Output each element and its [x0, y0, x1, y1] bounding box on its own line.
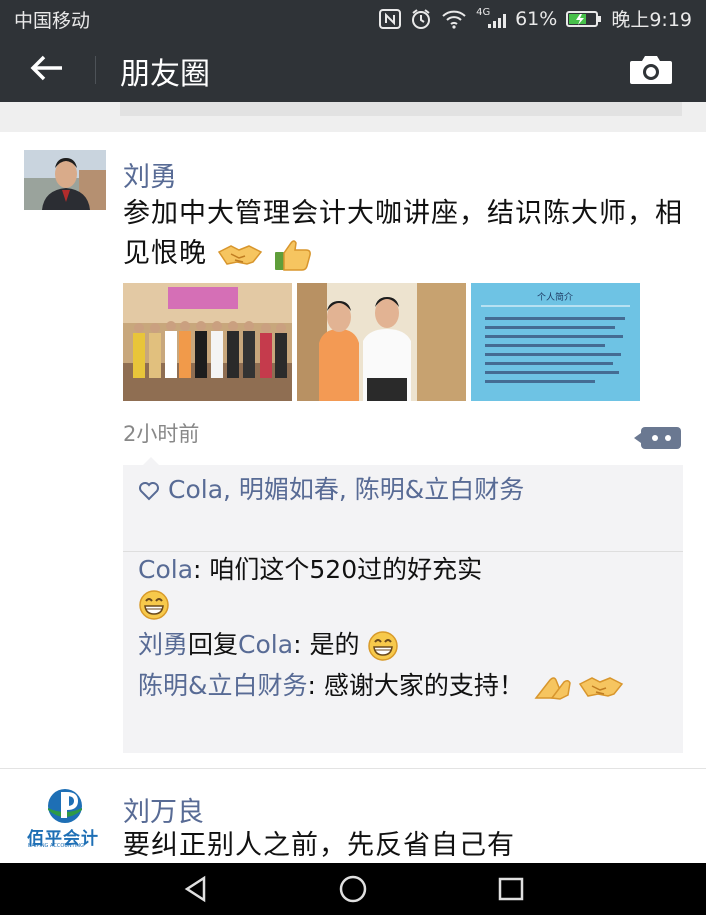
- wifi-icon: [442, 10, 466, 29]
- handshake-emoji: [217, 244, 262, 265]
- thumbs-up-emoji: [275, 239, 312, 271]
- grin-emoji: [139, 590, 169, 620]
- comment-author[interactable]: 陈明&立白财务: [138, 671, 308, 700]
- system-navigation-bar: [0, 863, 706, 915]
- signal-indicator: 4G: [476, 7, 507, 29]
- two-people-photo-image: [297, 283, 466, 401]
- clock: 晚上9:19: [611, 9, 692, 31]
- comment-text: 是的: [309, 630, 360, 659]
- post-text-content: 参加中大管理会计大咖讲座，结识陈大师，相见恨晚: [123, 198, 683, 269]
- battery-icon: [566, 10, 602, 27]
- post-photo-1[interactable]: [123, 283, 292, 401]
- comment-author[interactable]: 刘勇: [138, 630, 188, 659]
- heart-icon: [139, 482, 159, 501]
- post-text: 参加中大管理会计大咖讲座，结识陈大师，相见恨晚: [123, 194, 683, 274]
- likes-names[interactable]: Cola, 明媚如春, 陈明&立白财务: [168, 475, 524, 504]
- post-text: 要纠正别人之前，先反省自己有: [123, 826, 683, 863]
- group-photo-image: [123, 283, 292, 401]
- likes-row: Cola, 明媚如春, 陈明&立白财务: [138, 473, 668, 507]
- nav-recent-apps-icon[interactable]: [497, 875, 525, 903]
- post-timestamp: 2小时前: [123, 422, 200, 446]
- avatar[interactable]: [24, 150, 106, 210]
- nfc-icon: [379, 8, 402, 29]
- avatar[interactable]: 佰平会计 BAIPING ACCOUNTING: [24, 786, 106, 850]
- comment-item[interactable]: Cola: 咱们这个520过的好充实: [138, 553, 668, 621]
- previous-post-tail: [0, 102, 706, 132]
- title-divider: [95, 56, 96, 84]
- signal-icon: [488, 13, 507, 28]
- comment-colon: :: [293, 630, 310, 659]
- comment-colon: :: [193, 555, 210, 584]
- avatar-logo-subtext: BAIPING ACCOUNTING: [28, 843, 84, 849]
- comment-item[interactable]: 刘勇回复Cola: 是的: [138, 628, 668, 662]
- grin-emoji: [368, 631, 399, 661]
- post-text-content: 要纠正别人之前，先反省自己有: [123, 830, 515, 861]
- alarm-icon: [412, 8, 431, 29]
- avatar-photo: [24, 150, 106, 210]
- nav-home-icon[interactable]: [338, 875, 368, 903]
- back-arrow-icon[interactable]: [26, 50, 66, 86]
- post-author-name[interactable]: 刘勇: [123, 155, 177, 194]
- status-bar: 中国移动 4G 61% 晚上9:19: [0, 0, 706, 36]
- nav-back-icon[interactable]: [182, 875, 210, 903]
- comment-text: 咱们这个520过的好充实: [209, 555, 483, 584]
- comment-text: 感谢大家的支持！: [323, 671, 524, 700]
- comment-author[interactable]: Cola: [138, 555, 193, 584]
- profile-card-heading: 个人简介: [537, 293, 574, 303]
- post-author-name[interactable]: 刘万良: [123, 790, 204, 829]
- title-bar: 朋友圈: [0, 36, 706, 102]
- carrier-label: 中国移动: [14, 10, 91, 32]
- page-title: 朋友圈: [120, 57, 210, 92]
- reply-target[interactable]: Cola: [238, 630, 293, 659]
- comment-item[interactable]: 陈明&立白财务: 感谢大家的支持！: [138, 669, 668, 703]
- post-photo-2[interactable]: [297, 283, 466, 401]
- likes-comments-panel: Cola, 明媚如春, 陈明&立白财务 Cola: 咱们这个520过的好充实 刘…: [123, 457, 683, 753]
- battery-percent: 61%: [515, 7, 558, 30]
- post-divider: [0, 768, 706, 769]
- comment-colon: :: [307, 671, 324, 700]
- comment-action-button[interactable]: [634, 427, 681, 449]
- clap-handshake-emoji: [534, 677, 624, 700]
- post-photo-3[interactable]: 个人简介: [471, 283, 640, 401]
- camera-icon[interactable]: [628, 55, 674, 85]
- likes-divider: [123, 551, 683, 552]
- reply-word: 回复: [188, 630, 239, 659]
